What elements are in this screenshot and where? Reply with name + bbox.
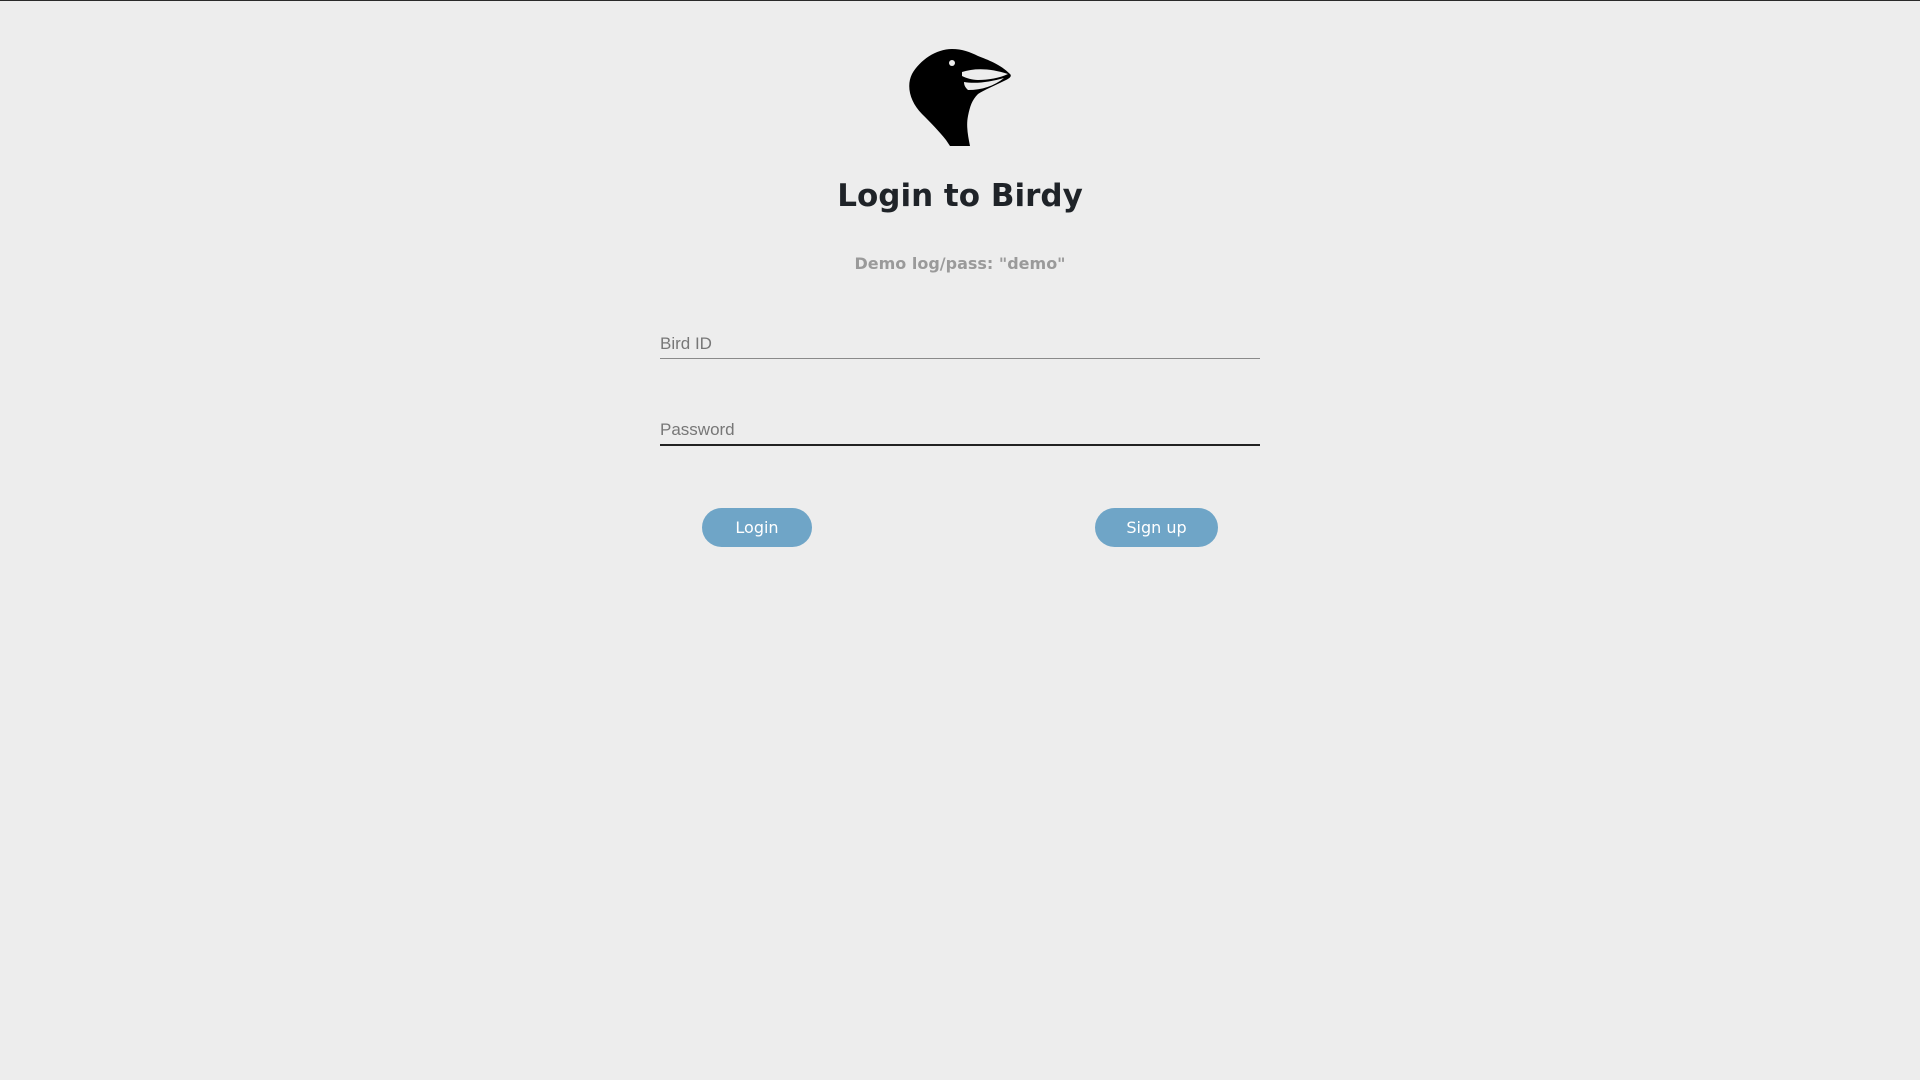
login-button[interactable]: Login <box>702 508 812 547</box>
bird-id-input[interactable] <box>660 330 1260 359</box>
demo-credentials-hint: Demo log/pass: "demo" <box>854 254 1066 273</box>
page-title: Login to Birdy <box>837 178 1083 214</box>
login-page: Login to Birdy Demo log/pass: "demo" Log… <box>0 0 1920 1080</box>
signup-button[interactable]: Sign up <box>1095 508 1218 547</box>
window-top-border <box>0 0 1920 1</box>
crow-head-icon <box>909 49 1011 146</box>
password-input[interactable] <box>660 416 1260 446</box>
